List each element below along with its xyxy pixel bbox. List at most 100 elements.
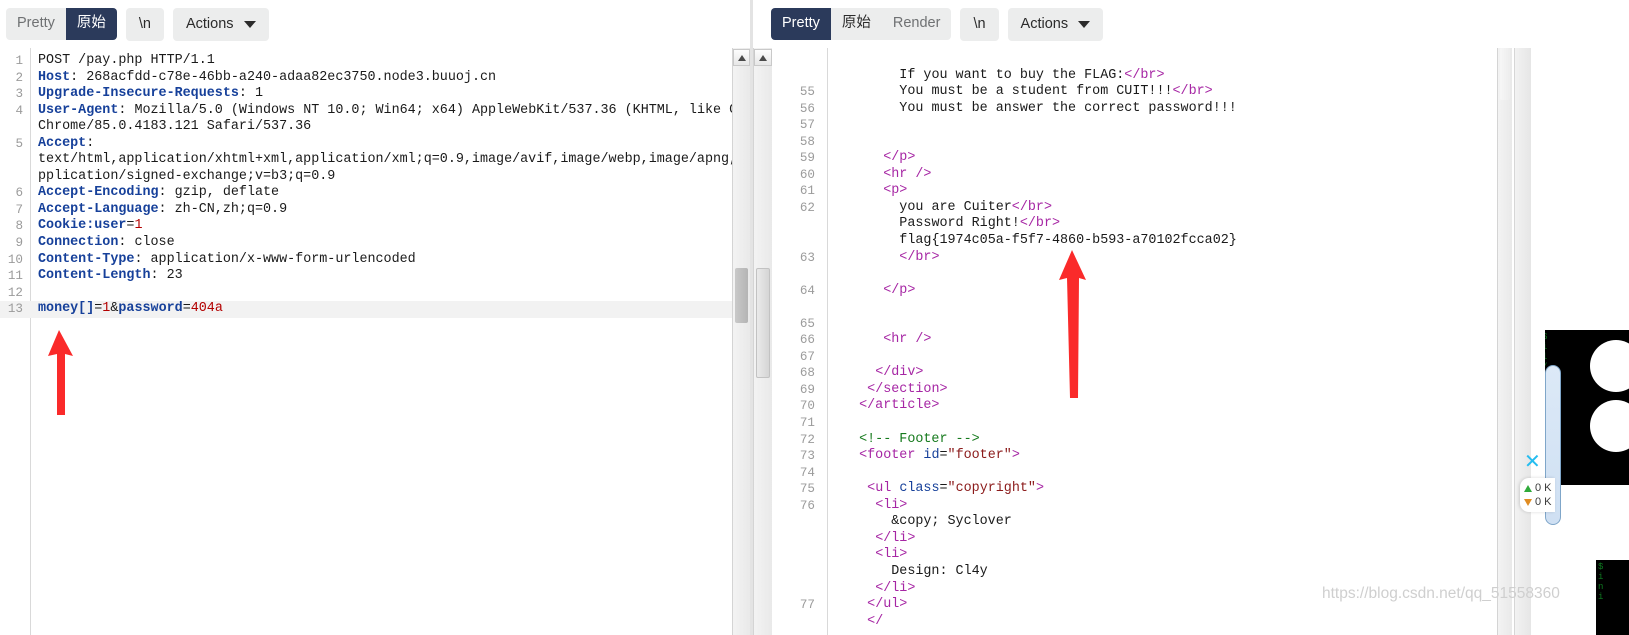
line-number: 9 (15, 236, 23, 251)
code-line: 8 Cookie:user=1 (0, 218, 733, 235)
code-line (775, 266, 1487, 283)
tab-pretty-response[interactable]: Pretty (771, 8, 831, 40)
chevron-down-icon (243, 21, 256, 28)
line-number: 77 (799, 598, 815, 613)
actions-button-response[interactable]: Actions (1007, 7, 1104, 41)
close-icon[interactable]: ✕ (1524, 452, 1541, 472)
code-line-text: </div> (875, 365, 924, 381)
line-number: 74 (799, 465, 815, 480)
code-line-text: You must be answer the correct password!… (899, 100, 1237, 116)
code-line: 58 (775, 134, 1487, 151)
request-code-area[interactable]: 1 POST /pay.php HTTP/1.1 2 Host: 268acfdd-c… (0, 48, 733, 635)
actions-button-request[interactable]: Actions (172, 7, 269, 41)
response-code-area[interactable]: If you want to buy the FLAG:</br> 55 You … (775, 48, 1487, 635)
line-number: 60 (799, 167, 815, 182)
code-line: 72 <!-- Footer --> (775, 432, 1487, 449)
code-line: 1 POST /pay.php HTTP/1.1 (0, 53, 733, 70)
response-scroll-thumb[interactable] (756, 268, 770, 378)
line-number: 6 (15, 186, 23, 201)
code-line-text: <p> (883, 183, 908, 199)
upload-speed-unit: K (1544, 482, 1552, 494)
line-number (775, 614, 827, 631)
response-outer-scrollbar[interactable] (1497, 48, 1512, 635)
code-line-text: Chrome/85.0.4183.121 Safari/537.36 (38, 119, 312, 135)
request-vertical-scrollbar[interactable] (732, 48, 750, 635)
response-vertical-scrollbar[interactable] (753, 48, 772, 635)
newline-toggle-request[interactable]: \n (125, 7, 164, 41)
code-line-text: Design: Cl4y (891, 563, 988, 579)
code-line: text/html,application/xhtml+xml,applicat… (0, 152, 733, 169)
line-number: 4 (15, 103, 23, 118)
code-line-text (827, 415, 1487, 432)
code-line-text: you are Cuiter</br> (899, 199, 1052, 215)
code-line-text: </section> (867, 381, 948, 397)
request-toolbar: Pretty 原始 \n Actions (0, 0, 750, 48)
code-line: Design: Cl4y (775, 564, 1487, 581)
line-number: 57 (799, 118, 815, 133)
code-line-text: Connection: close (38, 235, 175, 251)
code-line: 69 </section> (775, 382, 1487, 399)
line-number (0, 119, 30, 136)
code-line-text (827, 316, 1487, 333)
line-number (775, 299, 827, 316)
code-line: 9 Connection: close (0, 235, 733, 252)
line-number: 62 (799, 200, 815, 215)
code-line: 76 <li> (775, 498, 1487, 515)
line-number (775, 531, 827, 548)
code-line: 68 </div> (775, 365, 1487, 382)
line-number: 56 (799, 101, 815, 116)
tab-render-response[interactable]: Render (881, 8, 952, 40)
response-lines: If you want to buy the FLAG:</br> 55 You … (775, 48, 1487, 630)
code-line: 4 User-Agent: Mozilla/5.0 (Windows NT 10.… (0, 103, 733, 120)
line-number (775, 216, 827, 233)
code-line: Chrome/85.0.4183.121 Safari/537.36 (0, 119, 733, 136)
code-line-text (827, 465, 1487, 482)
tab-raw-request[interactable]: 原始 (65, 8, 117, 40)
response-outer-thumb[interactable] (1500, 48, 1510, 100)
line-number: 64 (799, 283, 815, 298)
tab-raw-response[interactable]: 原始 (830, 8, 882, 40)
scroll-up-arrow-icon[interactable] (733, 49, 750, 66)
line-number: 1 (15, 54, 23, 68)
code-line: 61 <p> (775, 183, 1487, 200)
code-line: </li> (775, 531, 1487, 548)
line-number: 70 (799, 399, 815, 414)
http-response-panel: Pretty 原始 Render \n Actions If you want … (753, 0, 1513, 635)
window-edge-scrollbar[interactable] (1514, 48, 1531, 635)
line-number (775, 68, 827, 85)
code-line-text: <li> (875, 547, 908, 563)
code-line: 71 (775, 415, 1487, 432)
code-line-text: </ (867, 613, 884, 629)
code-line: 60 <hr /> (775, 167, 1487, 184)
code-line-text: Content-Type: application/x-www-form-url… (38, 251, 416, 267)
line-number: 65 (799, 316, 815, 331)
newline-toggle-response[interactable]: \n (960, 7, 999, 41)
code-line-text: <li> (875, 497, 908, 513)
scroll-up-arrow-icon[interactable] (754, 49, 772, 66)
red-arrow-request-body (48, 330, 73, 415)
tab-pretty-request[interactable]: Pretty (6, 8, 66, 40)
code-line: Password Right!</br> (775, 216, 1487, 233)
response-view-tabs: Pretty 原始 Render (771, 8, 952, 40)
download-speed-value: 0 (1535, 496, 1542, 508)
line-number: 58 (799, 134, 815, 149)
network-speed-widget[interactable]: 0 K 0 K (1520, 478, 1556, 512)
code-line-text (827, 51, 1487, 68)
code-line: 3 Upgrade-Insecure-Requests: 1 (0, 86, 733, 103)
code-line-text: <!-- Footer --> (859, 431, 980, 447)
line-number: 66 (799, 333, 815, 348)
code-line (775, 299, 1487, 316)
code-line: 64 </p> (775, 283, 1487, 300)
code-line: 2 Host: 268acfdd-c78e-46bb-a240-adaa82ec3… (0, 70, 733, 87)
code-line-text: </br> (899, 249, 940, 265)
burp-suite-repeater-screenshot: Pretty 原始 \n Actions 1 POST /pay.php HTTP… (0, 0, 1629, 635)
code-line-text: User-Agent: Mozilla/5.0 (Windows NT 10.0… (38, 102, 733, 118)
code-line: pplication/signed-exchange;v=b3;q=0.9 (0, 169, 733, 186)
line-number (775, 51, 827, 68)
code-line (775, 51, 1487, 68)
line-number (0, 169, 30, 186)
request-scroll-thumb[interactable] (735, 268, 748, 323)
code-line-text: <footer id="footer"> (859, 448, 1020, 464)
code-line-text (827, 299, 1487, 316)
chevron-down-icon (1078, 21, 1091, 28)
